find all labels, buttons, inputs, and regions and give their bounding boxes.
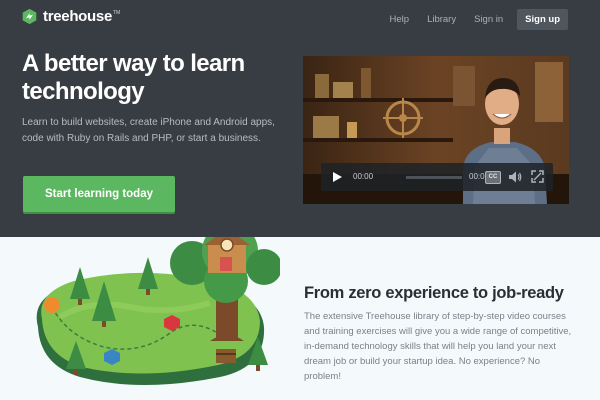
brand-name: treehouse [43,8,112,25]
treehouse-logo-icon [22,8,37,25]
section-title: From zero experience to job-ready [304,284,564,302]
play-icon[interactable] [331,171,343,183]
sign-up-button[interactable]: Sign up [517,9,568,30]
video-controls: 00:00 00:00 CC [321,163,553,191]
intro-video-player[interactable]: 00:00 00:00 CC [303,56,569,204]
section-body: The extensive Treehouse library of step-… [304,311,572,382]
nav-link-help[interactable]: Help [390,14,410,25]
top-nav: treehouse TM Help Library Sign in Sign u… [0,0,600,36]
hero-section: treehouse TM Help Library Sign in Sign u… [0,0,600,237]
nav-links: Help Library Sign in Sign up [372,9,568,30]
hero-subtext: Learn to build websites, create iPhone a… [22,117,275,144]
trademark-mark: TM [113,10,121,16]
brand-logo[interactable]: treehouse TM [21,8,120,25]
nav-link-library[interactable]: Library [427,14,456,25]
current-time: 00:00 [353,172,374,181]
nav-link-sign-in[interactable]: Sign in [474,14,503,25]
start-learning-button[interactable]: Start learning today [23,176,175,212]
fullscreen-icon[interactable] [531,170,544,183]
volume-icon[interactable] [508,170,522,184]
treehouse-island-illustration [36,237,280,385]
captions-button[interactable]: CC [485,171,501,184]
video-progress-bar[interactable] [406,176,462,179]
hero-headline: A better way to learn technology [22,50,245,105]
features-section: From zero experience to job-ready The ex… [0,237,600,400]
